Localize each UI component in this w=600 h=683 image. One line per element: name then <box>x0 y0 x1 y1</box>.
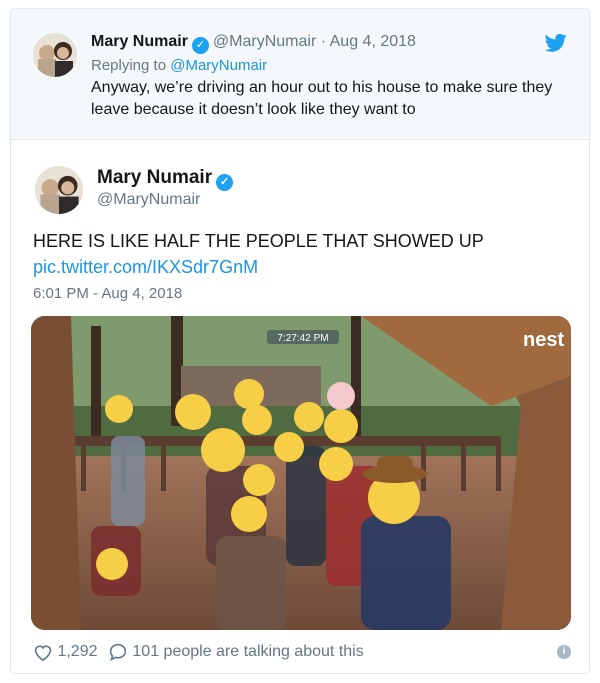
reply-bubble-icon[interactable] <box>108 643 128 661</box>
parent-avatar[interactable] <box>33 33 77 77</box>
parent-tweet[interactable]: Mary Numair ✓ @MaryNumair · Aug 4, 2018 Re… <box>11 9 589 140</box>
verified-badge-icon: ✓ <box>216 174 234 191</box>
tweet-photo[interactable]: 7:27:42 PM nest <box>31 316 571 630</box>
tweet-embed-card: Mary Numair ✓ @MaryNumair · Aug 4, 2018 Re… <box>10 8 590 674</box>
replying-prefix: Replying to <box>91 57 167 74</box>
camera-timestamp: 7:27:42 PM <box>277 333 328 344</box>
conversation-label[interactable]: 101 people are talking about this <box>132 643 363 660</box>
author-handle[interactable]: @MaryNumair <box>97 191 200 209</box>
author-name-row: Mary Numair ✓ <box>97 167 237 191</box>
tweet-text: HERE IS LIKE HALF THE PEOPLE THAT SHOWED… <box>33 231 484 251</box>
replying-to-line: Replying to @MaryNumair <box>91 57 267 74</box>
author-avatar[interactable] <box>35 166 83 214</box>
parent-author-handle[interactable]: @MaryNumair <box>213 33 316 50</box>
tweet-timestamp[interactable]: 6:01 PM - Aug 4, 2018 <box>33 285 182 302</box>
author-name[interactable]: Mary Numair <box>97 167 212 188</box>
heart-icon[interactable] <box>33 643 53 662</box>
twitter-bird-icon[interactable] <box>545 33 567 53</box>
replying-to-link[interactable]: @MaryNumair <box>170 57 267 74</box>
parent-date[interactable]: Aug 4, 2018 <box>330 33 416 50</box>
tweet-actions: 1,292 101 people are talking about this <box>33 643 364 662</box>
nest-logo: nest <box>523 329 564 351</box>
info-icon[interactable]: i <box>557 645 571 659</box>
parent-author-name[interactable]: Mary Numair <box>91 33 188 50</box>
parent-separator: · <box>320 33 327 50</box>
like-count[interactable]: 1,292 <box>57 643 97 660</box>
parent-header: Mary Numair ✓ @MaryNumair · Aug 4, 2018 <box>91 33 416 54</box>
tweet-media-link[interactable]: pic.twitter.com/IKXSdr7GnM <box>33 257 258 278</box>
verified-badge-icon: ✓ <box>191 37 209 54</box>
parent-tweet-text: Anyway, we’re driving an hour out to his… <box>91 79 553 118</box>
